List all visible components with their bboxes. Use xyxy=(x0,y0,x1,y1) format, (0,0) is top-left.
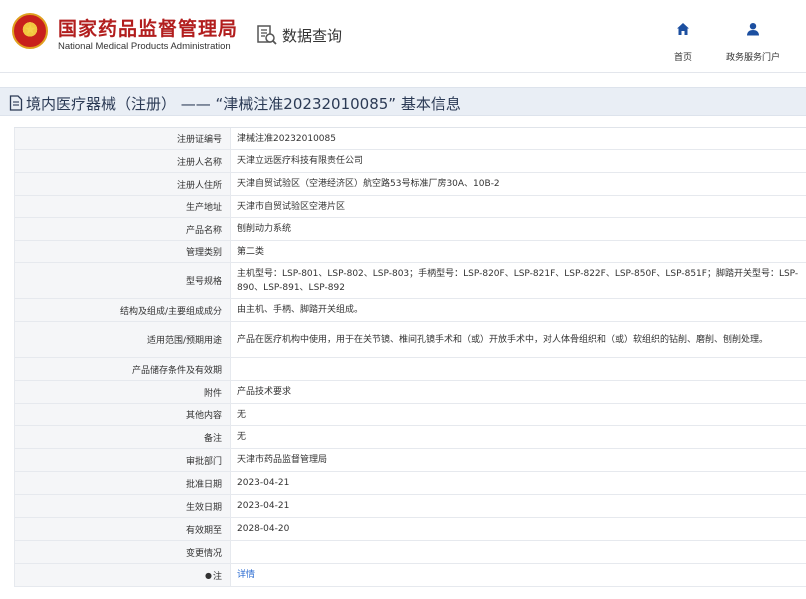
row-label: 批准日期 xyxy=(15,472,231,494)
nav-gov-service-label: 政务服务门户 xyxy=(725,53,780,63)
row-label: ● 注 xyxy=(15,564,231,586)
note-label: 注 xyxy=(212,571,222,582)
table-row: 生效日期 2023-04-21 xyxy=(14,495,806,518)
row-label: 变更情况 xyxy=(15,541,231,563)
row-label: 生效日期 xyxy=(15,495,231,517)
table-row: 注册人名称 天津立远医疗科技有限责任公司 xyxy=(14,150,806,173)
table-row: 其他内容 无 xyxy=(14,404,806,426)
page-title-bar: 境内医疗器械（注册） —— “津械注准20232010085” 基本信息 xyxy=(0,87,806,116)
row-label: 注册人名称 xyxy=(15,150,231,172)
details-link[interactable]: 详情 xyxy=(237,568,255,582)
header-divider xyxy=(0,72,806,73)
nav-home[interactable]: 首页 xyxy=(643,20,723,63)
row-value xyxy=(231,541,806,563)
row-value: 天津立远医疗科技有限责任公司 xyxy=(237,156,364,166)
table-row: 备注 无 xyxy=(14,426,806,449)
site-header: ★ 国家药品监督管理局 National Medical Products Ad… xyxy=(0,0,806,72)
row-value xyxy=(231,358,806,380)
table-row: ● 注 详情 xyxy=(14,564,806,587)
row-label: 注册人住所 xyxy=(15,173,231,195)
row-label: 审批部门 xyxy=(15,449,231,471)
table-row: 型号规格 主机型号：LSP-801、LSP-802、LSP-803；手柄型号：L… xyxy=(14,263,806,299)
table-row: 管理类别 第二类 xyxy=(14,241,806,263)
info-bulb-icon: ● xyxy=(205,570,212,580)
document-icon xyxy=(9,95,23,111)
nav-gov-service-portal[interactable]: 政务服务门户 xyxy=(713,20,793,63)
row-value: 产品技术要求 xyxy=(237,387,292,397)
page-title: 境内医疗器械（注册） —— “津械注准20232010085” 基本信息 xyxy=(26,95,461,113)
table-row: 审批部门 天津市药品监督管理局 xyxy=(14,449,806,472)
row-label: 管理类别 xyxy=(15,241,231,262)
row-value: 无 xyxy=(237,409,247,420)
nav-home-label: 首页 xyxy=(673,53,692,63)
table-row: 适用范围/预期用途 产品在医疗机构中使用，用于在关节镜、椎间孔镜手术和（或）开放… xyxy=(14,322,806,358)
row-label: 产品名称 xyxy=(15,218,231,240)
national-emblem-icon: ★ xyxy=(12,13,48,49)
detail-table: 注册证编号 津械注准20232010085 注册人名称 天津立远医疗科技有限责任… xyxy=(14,127,806,587)
table-row: 附件 产品技术要求 xyxy=(14,381,806,404)
row-label: 注册证编号 xyxy=(15,128,231,149)
brand-title-en[interactable]: National Medical Products Administration xyxy=(58,41,231,52)
row-value: 第二类 xyxy=(237,246,265,257)
data-query-label: 数据查询 xyxy=(282,26,343,45)
row-label: 附件 xyxy=(15,381,231,403)
row-label: 备注 xyxy=(15,426,231,448)
row-value: 主机型号：LSP-801、LSP-802、LSP-803；手柄型号：LSP-82… xyxy=(237,268,799,293)
row-value: 天津市自贸试验区空港片区 xyxy=(237,201,346,212)
row-value: 2028-04-20 xyxy=(237,524,290,534)
table-row: 注册证编号 津械注准20232010085 xyxy=(14,128,806,150)
table-row: 有效期至 2028-04-20 xyxy=(14,518,806,541)
row-label: 型号规格 xyxy=(15,263,231,298)
brand-title-cn[interactable]: 国家药品监督管理局 xyxy=(58,14,238,41)
table-row: 结构及组成/主要组成成分 由主机、手柄、脚踏开关组成。 xyxy=(14,299,806,322)
table-row: 产品储存条件及有效期 xyxy=(14,358,806,381)
home-icon xyxy=(643,20,723,38)
row-label: 其他内容 xyxy=(15,404,231,425)
row-value: 由主机、手柄、脚踏开关组成。 xyxy=(237,305,364,315)
document-search-icon xyxy=(256,24,278,46)
row-value: 天津市药品监督管理局 xyxy=(237,455,328,465)
table-row: 生产地址 天津市自贸试验区空港片区 xyxy=(14,196,806,218)
data-query-link[interactable]: 数据查询 xyxy=(256,22,342,48)
star-icon: ★ xyxy=(24,22,37,38)
row-label: 产品储存条件及有效期 xyxy=(15,358,231,380)
row-value: 津械注准20232010085 xyxy=(237,133,336,144)
user-icon xyxy=(713,20,793,38)
table-row: 批准日期 2023-04-21 xyxy=(14,472,806,495)
row-value: 2023-04-21 xyxy=(237,501,290,511)
row-value: 2023-04-21 xyxy=(237,478,290,488)
row-label: 适用范围/预期用途 xyxy=(15,322,231,357)
row-value: 天津自贸试验区（空港经济区）航空路53号标准厂房30A、10B-2 xyxy=(237,179,500,189)
table-row: 变更情况 xyxy=(14,541,806,564)
row-label: 生产地址 xyxy=(15,196,231,217)
row-value: 无 xyxy=(237,432,247,442)
table-row: 产品名称 刨削动力系统 xyxy=(14,218,806,241)
row-label: 结构及组成/主要组成成分 xyxy=(15,299,231,321)
row-value: 刨削动力系统 xyxy=(237,224,292,234)
row-value: 详情 xyxy=(231,564,806,586)
row-label: 有效期至 xyxy=(15,518,231,540)
table-row: 注册人住所 天津自贸试验区（空港经济区）航空路53号标准厂房30A、10B-2 xyxy=(14,173,806,196)
row-value: 产品在医疗机构中使用，用于在关节镜、椎间孔镜手术和（或）开放手术中，对人体骨组织… xyxy=(237,334,769,345)
